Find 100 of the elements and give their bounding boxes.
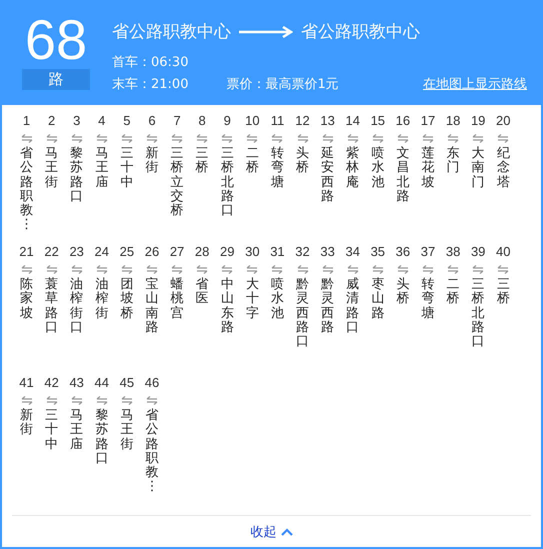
- stop-name[interactable]: 马王街: [120, 409, 134, 452]
- swap-arrows-icon: [497, 134, 510, 143]
- stop-name[interactable]: 二桥: [446, 278, 460, 307]
- swap-arrows-icon: [447, 134, 460, 143]
- stop-number: 43: [69, 375, 84, 391]
- swap-arrows-icon: [171, 265, 184, 274]
- stop-name[interactable]: 新街: [145, 147, 158, 176]
- stop-name[interactable]: 枣山路: [371, 278, 384, 321]
- swap-arrows-icon: [396, 134, 409, 143]
- swap-arrows-icon: [46, 396, 58, 405]
- swap-arrows-icon: [346, 265, 359, 274]
- stop-name[interactable]: 省公路职教⋮: [145, 409, 158, 495]
- stop-number: 28: [194, 244, 210, 260]
- stop-name[interactable]: 三桥: [196, 147, 209, 176]
- stop-name[interactable]: 新街: [20, 409, 33, 438]
- stop-name[interactable]: 纪念塔: [496, 147, 510, 190]
- stop-name[interactable]: 三桥北路口: [472, 278, 485, 350]
- stop-name[interactable]: 二桥: [246, 147, 259, 176]
- swap-arrows-icon: [322, 265, 334, 274]
- swap-arrows-icon: [296, 134, 309, 143]
- stop-number: 45: [120, 375, 134, 391]
- stop-number: 13: [320, 113, 335, 129]
- swap-arrows-icon: [221, 134, 234, 143]
- swap-arrows-icon: [70, 396, 83, 405]
- stop-number: 17: [420, 113, 436, 129]
- stop-number: 23: [69, 244, 84, 260]
- stop-number: 20: [496, 113, 511, 129]
- stop-name[interactable]: 大南门: [472, 147, 485, 190]
- stop-number: 42: [44, 375, 59, 391]
- origin-stop: 省公路职教中心: [112, 21, 231, 43]
- stop-number: 18: [446, 113, 460, 129]
- swap-arrows-icon: [447, 265, 460, 274]
- collapse-button[interactable]: 收起: [250, 522, 292, 540]
- stop-name[interactable]: 头桥: [396, 278, 410, 307]
- swap-arrows-icon: [396, 265, 409, 274]
- stop-name[interactable]: 紫林庵: [346, 147, 360, 190]
- stop-name[interactable]: 蟠桃宫: [170, 278, 184, 321]
- stop-name[interactable]: 团坡桥: [120, 278, 134, 321]
- swap-arrows-icon: [70, 265, 83, 274]
- stop-name[interactable]: 大十字: [246, 278, 259, 321]
- swap-arrows-icon: [96, 396, 108, 405]
- stop-name[interactable]: 三桥立交桥: [170, 147, 184, 218]
- stop-name[interactable]: 东门: [446, 147, 460, 176]
- destination-stop: 省公路职教中心: [301, 21, 420, 43]
- swap-arrows-icon: [96, 134, 108, 143]
- stop-name[interactable]: 延安西路: [321, 147, 334, 204]
- stop-name[interactable]: 陈家坡: [20, 278, 33, 321]
- stop-name[interactable]: 马王街: [45, 147, 58, 190]
- fare-info: 票价：最高票价1元: [226, 76, 339, 93]
- last-bus-time: 末车：21:00: [112, 76, 188, 93]
- stop-number: 44: [94, 375, 110, 391]
- stop-name[interactable]: 喷水池: [270, 278, 284, 321]
- stop-number: 33: [320, 244, 335, 260]
- stop-number: 2: [48, 113, 56, 129]
- stop-name[interactable]: 三桥北路口: [220, 147, 234, 218]
- stop-name[interactable]: 三十中: [120, 147, 134, 190]
- stop-number: 32: [295, 244, 310, 260]
- stop-name[interactable]: 宝山南路: [145, 278, 158, 336]
- stop-name[interactable]: 转弯塘: [270, 147, 284, 190]
- stop-name[interactable]: 油榨街: [95, 278, 108, 321]
- stop-name[interactable]: 文昌北路: [396, 147, 410, 204]
- stop-number: 9: [224, 113, 231, 129]
- stop-name[interactable]: 三十中: [45, 409, 58, 452]
- stop-name[interactable]: 黔灵西路口: [296, 278, 310, 350]
- swap-arrows-icon: [422, 134, 434, 143]
- stop-name[interactable]: 油榨街口: [70, 278, 84, 336]
- stop-name[interactable]: 黔灵西路: [321, 278, 334, 336]
- stop-name[interactable]: 三桥: [496, 278, 510, 307]
- stop-name[interactable]: 中山东路: [220, 278, 234, 336]
- swap-arrows-icon: [196, 134, 208, 143]
- stop-name[interactable]: 威清路口: [346, 278, 360, 336]
- stop-number: 1: [22, 113, 30, 129]
- stop-name[interactable]: 马王庙: [95, 147, 108, 190]
- stop-number: 29: [220, 244, 234, 260]
- stop-name[interactable]: 头桥: [296, 147, 310, 176]
- stop-name[interactable]: 省医: [196, 278, 209, 307]
- stop-number: 35: [370, 244, 386, 260]
- swap-arrows-icon: [120, 396, 133, 405]
- stop-number: 14: [345, 113, 360, 129]
- stop-name[interactable]: 蓑草路口: [45, 278, 58, 336]
- swap-arrows-icon: [472, 265, 484, 274]
- stop-name[interactable]: 喷水池: [371, 147, 384, 190]
- swap-arrows-icon: [246, 134, 258, 143]
- stop-number: 19: [470, 113, 486, 129]
- stop-number: 5: [123, 113, 130, 129]
- stop-name[interactable]: 省公路职教⋮: [20, 147, 33, 233]
- swap-arrows-icon: [271, 265, 284, 274]
- swap-arrows-icon: [46, 265, 58, 274]
- stop-name[interactable]: 莲花坡: [422, 147, 434, 190]
- swap-arrows-icon: [20, 396, 32, 405]
- stop-number: 21: [19, 244, 34, 260]
- swap-arrows-icon: [221, 265, 234, 274]
- stop-name[interactable]: 黎苏路口: [70, 147, 84, 204]
- stop-name[interactable]: 马王庙: [70, 409, 84, 452]
- arrow-icon: [239, 26, 293, 38]
- stop-name[interactable]: 转弯塘: [422, 278, 434, 321]
- stop-number: 10: [245, 113, 260, 129]
- stop-name[interactable]: 黎苏路口: [95, 409, 108, 466]
- stop-number: 34: [345, 244, 360, 260]
- route-number: 68: [24, 12, 88, 68]
